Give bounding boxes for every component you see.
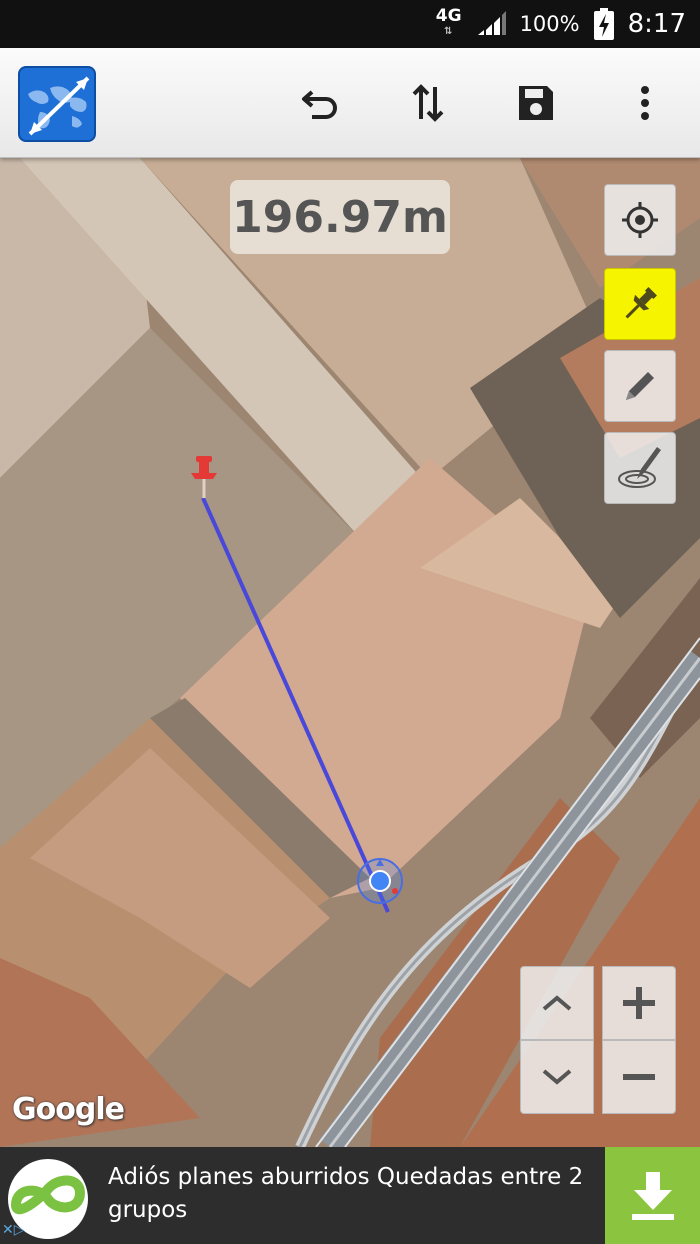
chevron-down-icon	[542, 1069, 572, 1085]
status-bar: 4G ⇅ 100% 8:17	[0, 0, 700, 48]
ad-text: Adiós planes aburridos Quedadas entre 2 …	[108, 1164, 584, 1223]
more-vert-icon	[641, 86, 649, 120]
distance-readout: 196.97m	[230, 180, 450, 254]
pin-mode-button[interactable]	[604, 268, 676, 340]
battery-charging-icon	[593, 8, 614, 40]
save-icon	[519, 86, 553, 120]
measurement-line	[201, 497, 390, 913]
signal-icon	[477, 11, 506, 35]
undo-icon	[302, 90, 337, 119]
download-icon	[631, 1171, 674, 1220]
undo-button[interactable]	[295, 78, 345, 128]
minus-icon	[623, 1074, 655, 1080]
swap-button[interactable]	[403, 78, 453, 128]
google-attribution: Google	[12, 1092, 125, 1127]
swap-vertical-icon	[412, 84, 444, 122]
app-toolbar	[0, 48, 700, 158]
plus-icon	[623, 987, 655, 1019]
pencil-icon	[626, 372, 654, 400]
save-button[interactable]	[511, 78, 561, 128]
area-mode-button[interactable]	[604, 432, 676, 504]
network-activity: ⇅	[443, 26, 454, 37]
ad-download-button[interactable]	[605, 1147, 700, 1244]
my-location-button[interactable]	[604, 184, 676, 256]
battery-percent: 100%	[519, 12, 580, 36]
network-indicator: 4G ⇅	[435, 6, 462, 39]
zoom-out-button[interactable]	[602, 1040, 676, 1114]
ad-choices-icon[interactable]: ✕▷	[2, 1222, 62, 1244]
pushpin-marker-icon[interactable]	[186, 454, 222, 502]
network-type: 4G	[435, 6, 462, 26]
pan-up-button[interactable]	[520, 966, 594, 1040]
pan-down-button[interactable]	[520, 1040, 594, 1114]
current-location-icon	[357, 858, 403, 904]
pushpin-icon	[625, 287, 657, 319]
zoom-in-button[interactable]	[602, 966, 676, 1040]
overflow-menu-button[interactable]	[620, 78, 670, 128]
chevron-up-icon	[542, 995, 572, 1011]
ad-banner[interactable]: Adiós planes aburridos Quedadas entre 2 …	[0, 1147, 700, 1244]
clock: 8:17	[627, 9, 686, 39]
draw-mode-button[interactable]	[604, 350, 676, 422]
area-pen-icon	[618, 447, 661, 488]
map-view[interactable]: 196.97m Google	[0, 158, 700, 1147]
world-map-ruler-icon[interactable]	[18, 66, 96, 142]
crosshair-icon	[622, 202, 658, 238]
